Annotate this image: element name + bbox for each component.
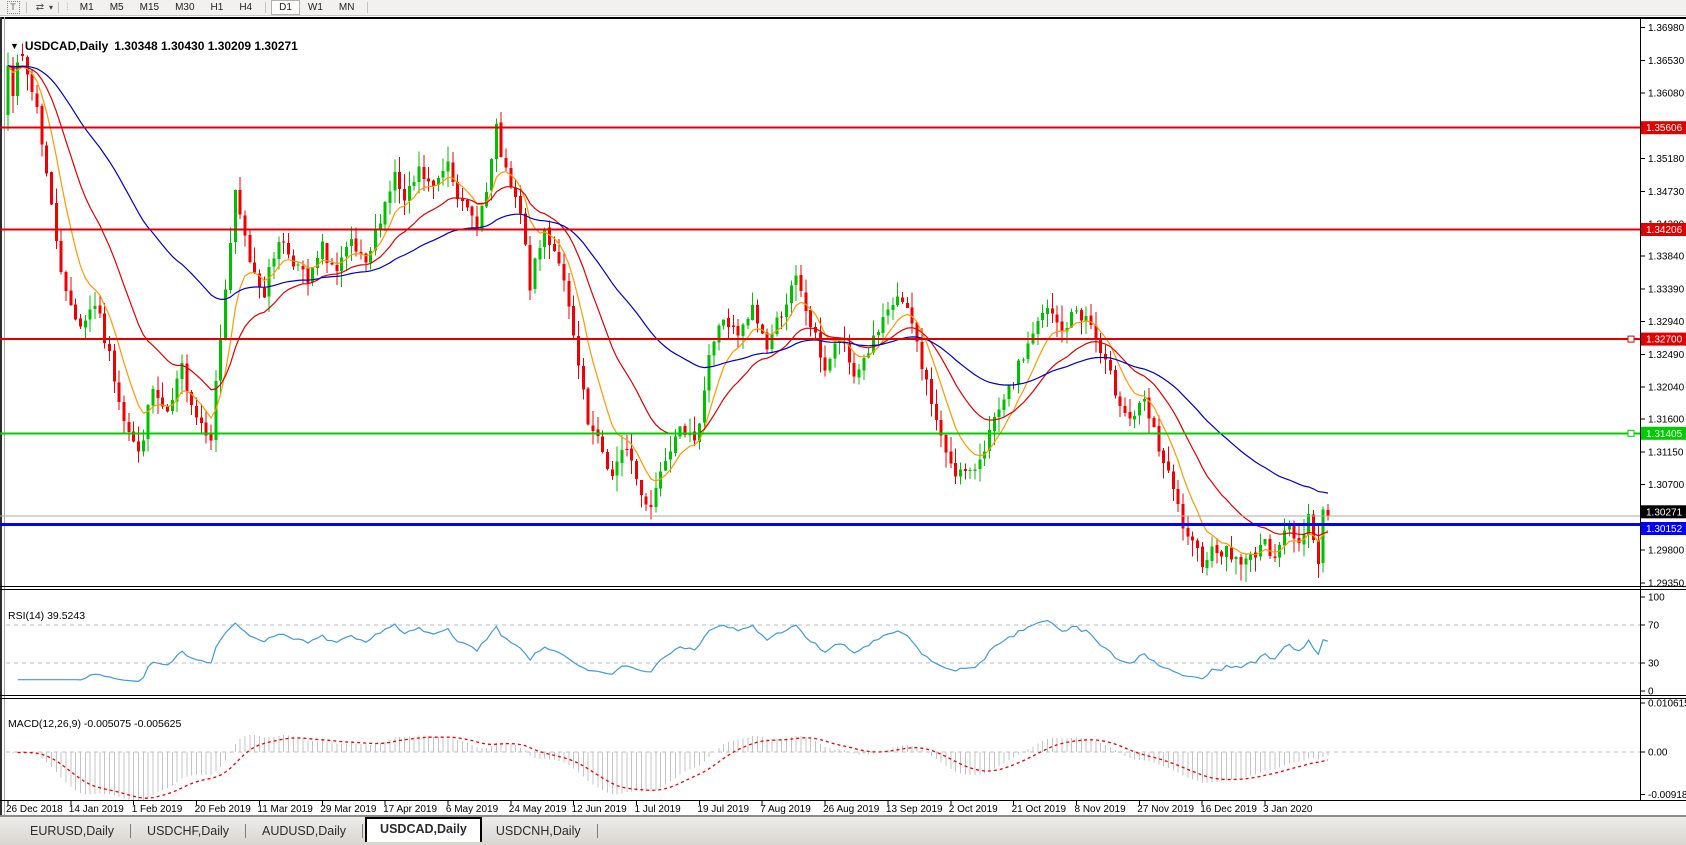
hline-anchor[interactable] (1627, 335, 1635, 343)
rsi-pane: 100 70 30 0 (6, 593, 1665, 698)
svg-text:1.30271: 1.30271 (1646, 507, 1683, 518)
tab-usdcad-daily[interactable]: USDCAD,Daily (365, 817, 482, 842)
toolbar-separator (58, 2, 60, 13)
timeframe-button-h4[interactable]: H4 (231, 0, 260, 15)
svg-text:1.30152: 1.30152 (1646, 524, 1683, 535)
window-frame (0, 17, 1686, 816)
moving-average-8 (7, 65, 1329, 556)
rsi-line (17, 619, 1329, 683)
toolbar-separator (26, 2, 27, 13)
svg-text:3 Jan 2020: 3 Jan 2020 (1263, 804, 1313, 815)
tab-usdcnh-daily[interactable]: USDCNH,Daily (482, 820, 595, 842)
svg-text:26 Dec 2018: 26 Dec 2018 (6, 804, 63, 815)
svg-text:100: 100 (1648, 593, 1665, 604)
svg-text:1.31150: 1.31150 (1648, 447, 1684, 458)
candlesticks (6, 43, 1330, 583)
rsi-label: RSI(14) 39.5243 (8, 610, 86, 622)
timeframe-button-h1[interactable]: H1 (203, 0, 232, 15)
toolbar-separator (367, 2, 369, 13)
svg-text:1.29800: 1.29800 (1648, 546, 1685, 557)
svg-text:27 Nov 2019: 27 Nov 2019 (1137, 804, 1194, 815)
macd-signal-line (17, 736, 1329, 799)
svg-text:8 Nov 2019: 8 Nov 2019 (1075, 804, 1127, 815)
timeframe-button-d1[interactable]: D1 (271, 0, 300, 15)
svg-text:29 Mar 2019: 29 Mar 2019 (320, 804, 377, 815)
svg-text:1.36080: 1.36080 (1648, 89, 1685, 100)
chart-window: 1.36980 1.36530 1.36080 1.35180 1.34730 1.342… (0, 17, 1686, 816)
svg-text:0.00: 0.00 (1648, 748, 1668, 759)
tab-separator (596, 824, 598, 838)
svg-text:13 Sep 2019: 13 Sep 2019 (886, 804, 943, 815)
svg-text:16 Dec 2019: 16 Dec 2019 (1200, 804, 1257, 815)
chart-tabs-bar: EURUSD,Daily USDCHF,Daily AUDUSD,Daily USDC… (0, 816, 1686, 845)
svg-text:6 May 2019: 6 May 2019 (446, 804, 499, 815)
svg-text:0: 0 (1648, 687, 1654, 698)
toolbar-separator (265, 2, 267, 13)
top-toolbar: T ⇄ ▾ ⁞ M1 M5 M15 M30 H1 H4 D1 W1 MN (0, 0, 1686, 16)
svg-text:7 Aug 2019: 7 Aug 2019 (760, 804, 811, 815)
price-axis: 1.36980 1.36530 1.36080 1.35180 1.34730 1.342… (1640, 23, 1686, 589)
chart-ohlc-values: 1.30348 1.30430 1.30209 1.30271 (114, 39, 298, 53)
moving-average-21 (7, 65, 1329, 537)
svg-text:1.32700: 1.32700 (1646, 335, 1683, 346)
chart-canvas[interactable]: 1.36980 1.36530 1.36080 1.35180 1.34730 1.342… (0, 17, 1686, 816)
svg-text:1.34206: 1.34206 (1646, 225, 1683, 236)
svg-text:1.35606: 1.35606 (1646, 123, 1683, 134)
tab-audusd-daily[interactable]: AUDUSD,Daily (248, 820, 360, 842)
timeframe-button-m15[interactable]: M15 (132, 0, 167, 15)
svg-text:1.29350: 1.29350 (1648, 578, 1685, 589)
svg-text:1.36530: 1.36530 (1648, 56, 1685, 67)
svg-text:1.32490: 1.32490 (1648, 350, 1685, 361)
timeframe-button-m30[interactable]: M30 (167, 0, 202, 15)
dropdown-caret-icon[interactable]: ▾ (49, 3, 53, 12)
svg-text:26 Aug 2019: 26 Aug 2019 (823, 804, 880, 815)
svg-text:1.32040: 1.32040 (1648, 383, 1685, 394)
tab-separator (130, 824, 132, 838)
svg-text:12 Jun 2019: 12 Jun 2019 (572, 804, 627, 815)
svg-text:70: 70 (1648, 621, 1660, 632)
svg-text:24 May 2019: 24 May 2019 (509, 804, 567, 815)
cursor-tool-icon[interactable]: ⇄ (32, 1, 48, 14)
svg-text:1.35180: 1.35180 (1648, 154, 1685, 165)
timeframe-button-m1[interactable]: M1 (72, 0, 102, 15)
tab-eurusd-daily[interactable]: EURUSD,Daily (16, 820, 128, 842)
macd-axis: 0.010615 0.00 -0.009181 (1640, 699, 1686, 801)
tab-separator (362, 824, 364, 838)
macd-pane (6, 734, 1640, 800)
svg-text:1.32940: 1.32940 (1648, 317, 1685, 328)
svg-text:21 Oct 2019: 21 Oct 2019 (1012, 804, 1067, 815)
svg-text:1.33840: 1.33840 (1648, 252, 1685, 263)
svg-text:1 Jul 2019: 1 Jul 2019 (635, 804, 682, 815)
text-tool-button[interactable]: T (5, 1, 21, 14)
tab-separator (245, 824, 246, 838)
chart-menu-arrow-icon[interactable]: ▼ (10, 41, 19, 51)
toolbar-grip: ⁞ (66, 2, 69, 13)
svg-text:1.34730: 1.34730 (1648, 187, 1685, 198)
svg-text:19 Jul 2019: 19 Jul 2019 (697, 804, 749, 815)
timeframe-button-mn[interactable]: MN (331, 0, 363, 15)
macd-label: MACD(12,26,9) -0.005075 -0.005625 (8, 718, 182, 730)
svg-text:11 Mar 2019: 11 Mar 2019 (257, 804, 313, 815)
chart-title: ▼ USDCAD,Daily 1.30348 1.30430 1.30209 1… (10, 39, 298, 53)
chart-symbol-title: USDCAD,Daily (24, 39, 109, 53)
text-tool-icon: T (6, 1, 20, 14)
svg-text:1.31600: 1.31600 (1648, 415, 1685, 426)
date-axis: 26 Dec 2018 14 Jan 2019 1 Feb 2019 20 Feb 2… (6, 800, 1313, 815)
svg-text:14 Jan 2019: 14 Jan 2019 (69, 804, 124, 815)
svg-text:1.36980: 1.36980 (1648, 23, 1685, 34)
svg-text:1.33390: 1.33390 (1648, 284, 1685, 295)
svg-text:-0.009181: -0.009181 (1648, 790, 1686, 801)
svg-text:1 Feb 2019: 1 Feb 2019 (132, 804, 183, 815)
svg-text:1.30700: 1.30700 (1648, 480, 1685, 491)
timeframe-button-w1[interactable]: W1 (300, 0, 331, 15)
svg-text:0.010615: 0.010615 (1648, 699, 1686, 710)
svg-text:2 Oct 2019: 2 Oct 2019 (949, 804, 998, 815)
svg-text:20 Feb 2019: 20 Feb 2019 (195, 804, 252, 815)
svg-text:17 Apr 2019: 17 Apr 2019 (383, 804, 437, 815)
timeframe-button-m5[interactable]: M5 (102, 0, 132, 15)
svg-text:30: 30 (1648, 658, 1660, 669)
hline-anchor[interactable] (1627, 429, 1635, 437)
svg-text:1.31405: 1.31405 (1646, 429, 1683, 440)
tab-usdchf-daily[interactable]: USDCHF,Daily (133, 820, 243, 842)
